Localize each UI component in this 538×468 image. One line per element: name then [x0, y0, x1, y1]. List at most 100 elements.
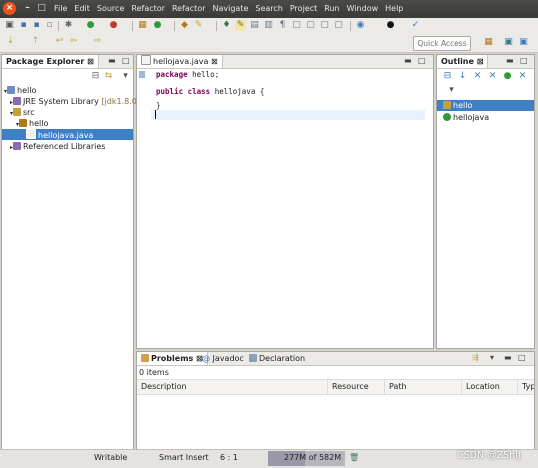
- tree-item-src[interactable]: ▾ src: [10, 107, 35, 118]
- hide-fields-icon[interactable]: ✕: [472, 71, 483, 82]
- new-class-icon[interactable]: ●: [152, 20, 163, 31]
- minimize-problems-icon[interactable]: ▬: [504, 353, 512, 362]
- text-cursor: [155, 110, 156, 119]
- menu-navigate[interactable]: Navigate: [213, 4, 249, 13]
- problems-header: Description Resource Path Location Typ: [137, 379, 534, 395]
- block-select-icon[interactable]: ▤: [249, 20, 260, 31]
- tree-item-jre[interactable]: ▸ JRE System Library [jdk1.8.0_2: [10, 96, 146, 107]
- debug-perspective-icon[interactable]: ◉: [355, 20, 366, 31]
- code-line-5[interactable]: }: [156, 101, 161, 110]
- column-resource[interactable]: Resource: [328, 380, 385, 394]
- tab-hellojava[interactable]: hellojava.java ⊠: [137, 55, 223, 68]
- print-icon[interactable]: ▫: [44, 20, 55, 31]
- outline-item-package[interactable]: hello: [437, 100, 534, 111]
- open-perspective-icon[interactable]: ▦: [483, 37, 494, 48]
- tab-declaration[interactable]: Declaration: [245, 352, 309, 365]
- tab-outline[interactable]: Outline ⊠: [437, 55, 489, 68]
- maximize-window-button[interactable]: □: [35, 2, 48, 15]
- new-java-project-icon[interactable]: ▦: [137, 20, 148, 31]
- menu-project[interactable]: Project: [290, 4, 317, 13]
- maximize-outline-icon[interactable]: □: [520, 56, 528, 65]
- run-external-icon[interactable]: ●: [108, 20, 119, 31]
- tree-item-referenced-libraries[interactable]: ▸ Referenced Libraries: [10, 141, 105, 152]
- word-wrap-icon[interactable]: ▥: [263, 20, 274, 31]
- show-whitespace-icon[interactable]: ¶: [277, 20, 288, 31]
- link-editor-icon[interactable]: ⇆: [103, 71, 114, 82]
- view-menu-icon[interactable]: ▾: [446, 85, 457, 96]
- toggle-icon[interactable]: ♦: [221, 20, 232, 31]
- mark-occurrences-icon[interactable]: ✎: [235, 20, 246, 31]
- column-description[interactable]: Description: [137, 380, 328, 394]
- menu-search[interactable]: Search: [255, 4, 282, 13]
- minimize-view-icon[interactable]: ▬: [108, 56, 116, 65]
- paste-icon[interactable]: ▢: [305, 20, 316, 31]
- collapse-all-icon[interactable]: ⊟: [90, 71, 101, 82]
- maximize-problems-icon[interactable]: □: [518, 353, 526, 362]
- last-edit-icon[interactable]: ↩: [54, 36, 65, 47]
- tree-item-java-file[interactable]: hellojava.java: [2, 129, 133, 140]
- code-line-3[interactable]: public class hellojava {: [156, 87, 264, 96]
- quick-access-input[interactable]: Quick Access: [413, 36, 471, 51]
- java-ee-perspective-icon[interactable]: ▣: [503, 37, 514, 48]
- menu-refactor-2[interactable]: Refactor: [172, 4, 206, 13]
- code-line-1[interactable]: package hello;: [156, 70, 219, 79]
- profile-icon[interactable]: ●: [385, 20, 396, 31]
- column-location[interactable]: Location: [462, 380, 518, 394]
- previous-annotation-icon[interactable]: ⇡: [30, 36, 41, 47]
- forward-icon[interactable]: ⇨: [92, 36, 103, 47]
- outline-item-class[interactable]: hellojava: [443, 112, 489, 123]
- tree-item-project[interactable]: ▾ hello: [4, 85, 36, 96]
- minimize-outline-icon[interactable]: ▬: [506, 56, 514, 65]
- library-icon: [13, 142, 22, 150]
- heap-status[interactable]: 277M of 582M: [268, 451, 345, 466]
- menu-window[interactable]: Window: [347, 4, 379, 13]
- debug-icon[interactable]: ✱: [63, 20, 74, 31]
- copy-icon[interactable]: ▢: [291, 20, 302, 31]
- garbage-collect-icon[interactable]: 🗑: [349, 453, 359, 462]
- format-icon[interactable]: ▢: [319, 20, 330, 31]
- tab-package-explorer[interactable]: Package Explorer ⊠: [2, 55, 99, 68]
- sort-icon[interactable]: ↓: [457, 71, 468, 82]
- source-folder-icon: [13, 108, 22, 116]
- sort-icon[interactable]: ▢: [333, 20, 344, 31]
- status-insert-mode: Smart Insert: [159, 453, 209, 462]
- menu-refactor[interactable]: Refactor: [131, 4, 165, 13]
- library-icon: [13, 97, 22, 105]
- maximize-view-icon[interactable]: □: [122, 56, 130, 65]
- hide-nonpublic-icon[interactable]: ●: [502, 71, 513, 82]
- minimize-editor-icon[interactable]: ▬: [404, 56, 412, 65]
- save-icon[interactable]: ▪: [18, 20, 29, 31]
- close-window-button[interactable]: ×: [3, 2, 16, 15]
- hide-local-types-icon[interactable]: ✕: [517, 71, 528, 82]
- watermark: CSDN @ZShiJ: [457, 450, 521, 461]
- save-all-icon[interactable]: ▪: [31, 20, 42, 31]
- column-type[interactable]: Typ: [518, 380, 534, 394]
- next-annotation-icon[interactable]: ⇣: [5, 36, 16, 47]
- menu-source[interactable]: Source: [97, 4, 124, 13]
- column-path[interactable]: Path: [385, 380, 462, 394]
- tab-javadoc[interactable]: @ Javadoc: [198, 352, 248, 365]
- maximize-editor-icon[interactable]: □: [418, 56, 426, 65]
- tree-item-package[interactable]: ▾ hello: [16, 118, 48, 129]
- new-icon[interactable]: ▣: [4, 20, 15, 31]
- collapse-all-icon[interactable]: ⊟: [442, 71, 453, 82]
- java-perspective-icon[interactable]: ▣: [518, 37, 529, 48]
- menu-help[interactable]: Help: [385, 4, 403, 13]
- outline-panel: Outline ⊠ ▬ □ ⊟ ↓ ✕ ✕ ● ✕ ▾ hello helloj…: [436, 54, 535, 349]
- hide-static-icon[interactable]: ✕: [487, 71, 498, 82]
- minimize-window-button[interactable]: –: [21, 2, 34, 15]
- back-icon[interactable]: ⇦: [68, 36, 79, 47]
- pin-icon[interactable]: ✓: [410, 20, 421, 31]
- problems-icon: [141, 354, 149, 362]
- run-icon[interactable]: ●: [85, 20, 96, 31]
- filter-icon[interactable]: ⇶: [472, 353, 479, 362]
- package-icon: [19, 119, 28, 127]
- view-menu-icon[interactable]: ▾: [490, 353, 494, 362]
- menu-run[interactable]: Run: [324, 4, 339, 13]
- heap-status-text: 277M of 582M: [284, 453, 342, 462]
- open-type-icon[interactable]: ◆: [179, 20, 190, 31]
- menu-file[interactable]: File: [54, 4, 67, 13]
- search-icon[interactable]: ✎: [193, 20, 204, 31]
- view-menu-icon[interactable]: ▾: [120, 71, 131, 82]
- menu-edit[interactable]: Edit: [74, 4, 90, 13]
